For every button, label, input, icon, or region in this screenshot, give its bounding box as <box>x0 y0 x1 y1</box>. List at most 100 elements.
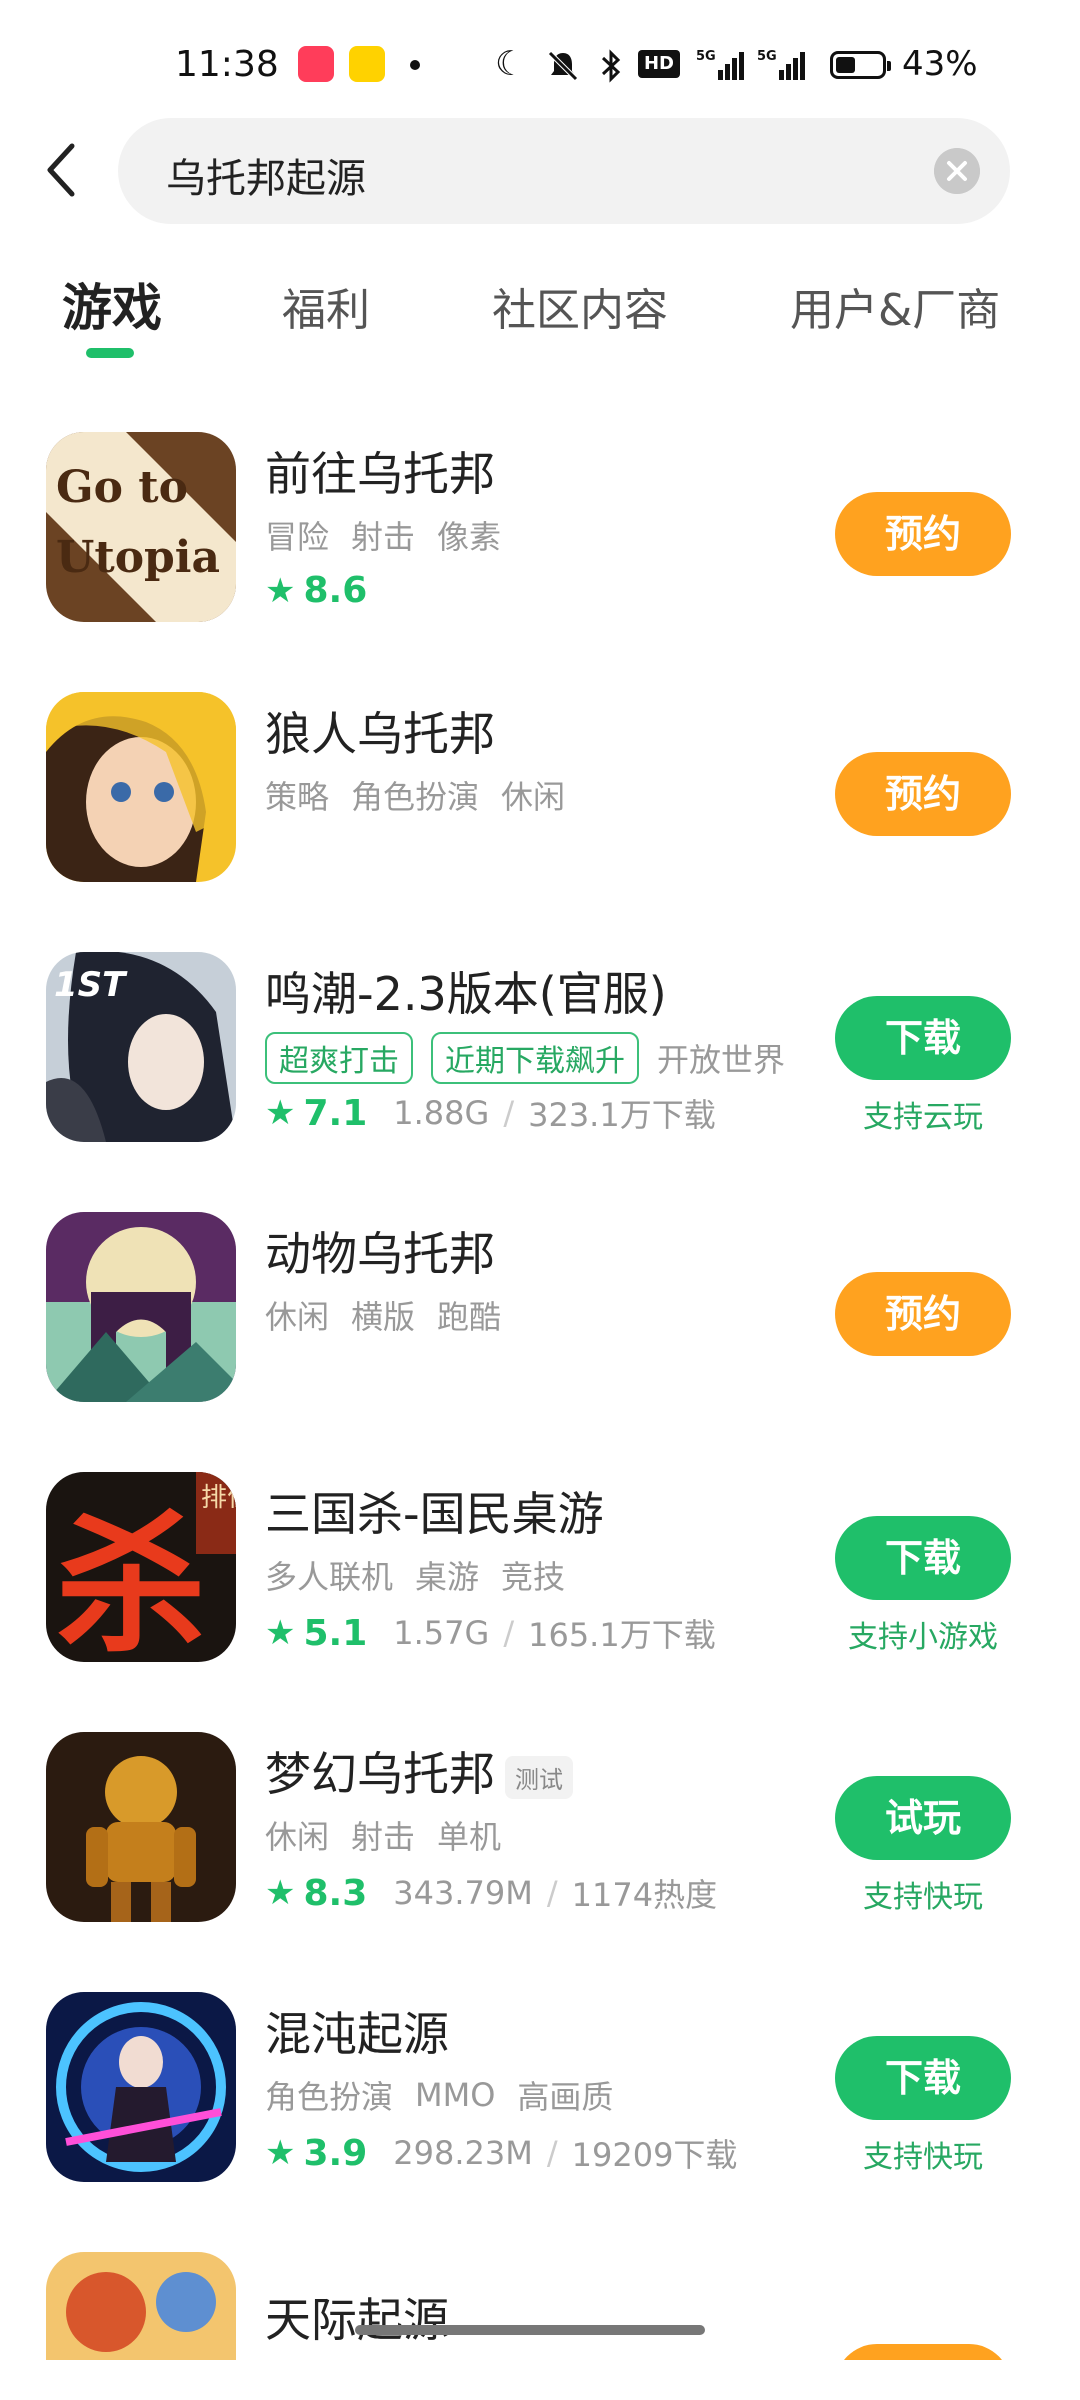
app-tag: 冒险 <box>265 518 330 556</box>
app-icon-partial <box>46 2252 236 2360</box>
app-size: 1.57G <box>393 1614 490 1652</box>
more-notifications-dot <box>410 60 420 70</box>
app-tag: 开放世界 <box>657 1041 786 1079</box>
app-icon-chaos-origin <box>46 1992 236 2182</box>
signal-5g-icon-2: 5G <box>757 49 805 80</box>
hd-icon: HD <box>638 50 680 78</box>
app-meta: ★ 8.3 343.79M / 1174热度 <box>265 1870 717 1916</box>
app-rating: 3.9 <box>303 2132 368 2174</box>
app-size: 1.88G <box>393 1094 490 1132</box>
app-name: 梦幻乌托邦 测试 <box>265 1738 573 1804</box>
tab-active-indicator <box>86 348 134 358</box>
app-size: 298.23M <box>393 2134 533 2172</box>
app-tag: 角色扮演 <box>351 778 480 816</box>
notification-app-icon <box>298 46 334 82</box>
cloud-play-link[interactable]: 支持云玩 <box>800 1092 1046 1136</box>
list-item[interactable]: 混沌起源 角色扮演 MMO 高画质 ★ 3.9 298.23M / 19209下… <box>0 1980 1080 2182</box>
reserve-button[interactable]: 预约 <box>835 752 1011 836</box>
do-not-disturb-icon: ☾ <box>495 44 526 84</box>
app-tags: 多人联机 桌游 竞技 <box>265 1552 587 1598</box>
app-icon-animal-utopia <box>46 1212 236 1402</box>
svg-text:5G: 5G <box>757 49 777 64</box>
search-input[interactable]: 乌托邦起源 <box>118 118 1010 224</box>
app-name: 动物乌托邦 <box>265 1227 495 1281</box>
app-name: 前往乌托邦 <box>265 447 495 501</box>
try-play-button[interactable]: 试玩 <box>835 1776 1011 1860</box>
app-size: 343.79M <box>393 1874 533 1912</box>
app-tag: 竞技 <box>501 1558 566 1596</box>
list-item[interactable]: 杀 排位 三国杀-国民桌游 多人联机 桌游 竞技 ★ 5.1 1.57G / 1… <box>0 1460 1080 1662</box>
app-tag: 跑酷 <box>437 1298 502 1336</box>
app-tags: 休闲 射击 单机 <box>265 1812 523 1858</box>
app-tags: 策略 角色扮演 休闲 <box>265 772 587 818</box>
status-time: 11:38 <box>175 44 279 85</box>
app-downloads: 165.1万下载 <box>528 1616 716 1654</box>
list-item[interactable]: 梦幻乌托邦 测试 休闲 射击 单机 ★ 8.3 343.79M / 1174热度 … <box>0 1720 1080 1922</box>
list-item-partial[interactable]: 天际起源 <box>0 2240 1080 2360</box>
app-name: 天际起源 <box>265 2293 449 2347</box>
star-icon: ★ <box>265 1093 296 1133</box>
reserve-button[interactable]: 预约 <box>835 492 1011 576</box>
battery-percent: 43% <box>902 44 978 84</box>
app-tags: 超爽打击 近期下载飙升 开放世界 <box>265 1032 807 1084</box>
app-tag: 像素 <box>437 518 502 556</box>
app-rating: 7.1 <box>303 1092 368 1134</box>
app-downloads: 323.1万下载 <box>528 1096 716 1134</box>
quick-play-link[interactable]: 支持快玩 <box>800 2132 1046 2176</box>
notification-app-icon-2 <box>349 46 385 82</box>
app-name: 狼人乌托邦 <box>265 707 495 761</box>
back-arrow-icon[interactable] <box>40 140 84 200</box>
status-bar: 11:38 ☾ HD 5G 5G 43% <box>0 0 1080 130</box>
app-popularity: 1174热度 <box>571 1876 718 1914</box>
app-name: 混沌起源 <box>265 2007 449 2061</box>
app-meta: ★ 3.9 298.23M / 19209下载 <box>265 2130 737 2176</box>
app-downloads: 19209下载 <box>571 2136 738 2174</box>
app-tag: 休闲 <box>265 1298 330 1336</box>
app-meta: ★ 7.1 1.88G / 323.1万下载 <box>265 1090 716 1136</box>
tab-community[interactable]: 社区内容 <box>492 274 668 338</box>
partial-action-button[interactable] <box>835 2344 1011 2360</box>
test-badge: 测试 <box>505 1756 573 1799</box>
home-indicator[interactable] <box>355 2325 705 2335</box>
list-item[interactable]: 狼人乌托邦 策略 角色扮演 休闲 预约 <box>0 680 1080 882</box>
star-icon: ★ <box>265 1613 296 1653</box>
category-tabs: 游戏 福利 社区内容 用户&厂商 <box>0 262 1080 372</box>
app-tag: 高画质 <box>517 2078 614 2116</box>
list-item[interactable]: 动物乌托邦 休闲 横版 跑酷 预约 <box>0 1200 1080 1402</box>
app-meta: ★ 8.6 <box>265 570 393 611</box>
list-item[interactable]: Go to Utopia 前往乌托邦 冒险 射击 像素 ★ 8.6 预约 <box>0 420 1080 622</box>
app-rating: 5.1 <box>303 1612 368 1654</box>
app-rating: 8.3 <box>303 1872 368 1914</box>
reserve-button[interactable]: 预约 <box>835 1272 1011 1356</box>
battery-icon <box>830 51 891 79</box>
mini-game-link[interactable]: 支持小游戏 <box>800 1612 1046 1656</box>
app-icon-wuthering-waves: 1ST <box>46 952 236 1142</box>
app-tag: 桌游 <box>415 1558 480 1596</box>
tab-games[interactable]: 游戏 <box>62 268 162 340</box>
download-button[interactable]: 下载 <box>835 996 1011 1080</box>
tab-welfare[interactable]: 福利 <box>282 274 370 338</box>
download-button[interactable]: 下载 <box>835 1516 1011 1600</box>
app-tag: 多人联机 <box>265 1558 394 1596</box>
app-tag: MMO <box>415 2076 496 2114</box>
clear-icon[interactable] <box>934 148 980 194</box>
tab-users-vendors[interactable]: 用户&厂商 <box>790 274 1000 338</box>
svg-text:5G: 5G <box>696 49 716 64</box>
signal-5g-icon: 5G <box>696 49 744 80</box>
app-tag: 射击 <box>351 1818 416 1856</box>
list-item[interactable]: 1ST 鸣潮-2.3版本(官服) 超爽打击 近期下载飙升 开放世界 ★ 7.1 … <box>0 940 1080 1142</box>
star-icon: ★ <box>265 1873 296 1913</box>
app-tags: 休闲 横版 跑酷 <box>265 1292 523 1338</box>
app-tag: 休闲 <box>265 1818 330 1856</box>
app-tag: 休闲 <box>501 778 566 816</box>
app-tags: 角色扮演 MMO 高画质 <box>265 2072 635 2118</box>
feature-badge: 超爽打击 <box>265 1032 413 1084</box>
quick-play-link[interactable]: 支持快玩 <box>800 1872 1046 1916</box>
search-query: 乌托邦起源 <box>166 156 366 202</box>
star-icon: ★ <box>265 2133 296 2173</box>
bluetooth-icon <box>601 49 621 83</box>
mute-icon <box>548 51 578 81</box>
download-button[interactable]: 下载 <box>835 2036 1011 2120</box>
battery-fill <box>836 57 855 73</box>
app-tag: 角色扮演 <box>265 2078 394 2116</box>
